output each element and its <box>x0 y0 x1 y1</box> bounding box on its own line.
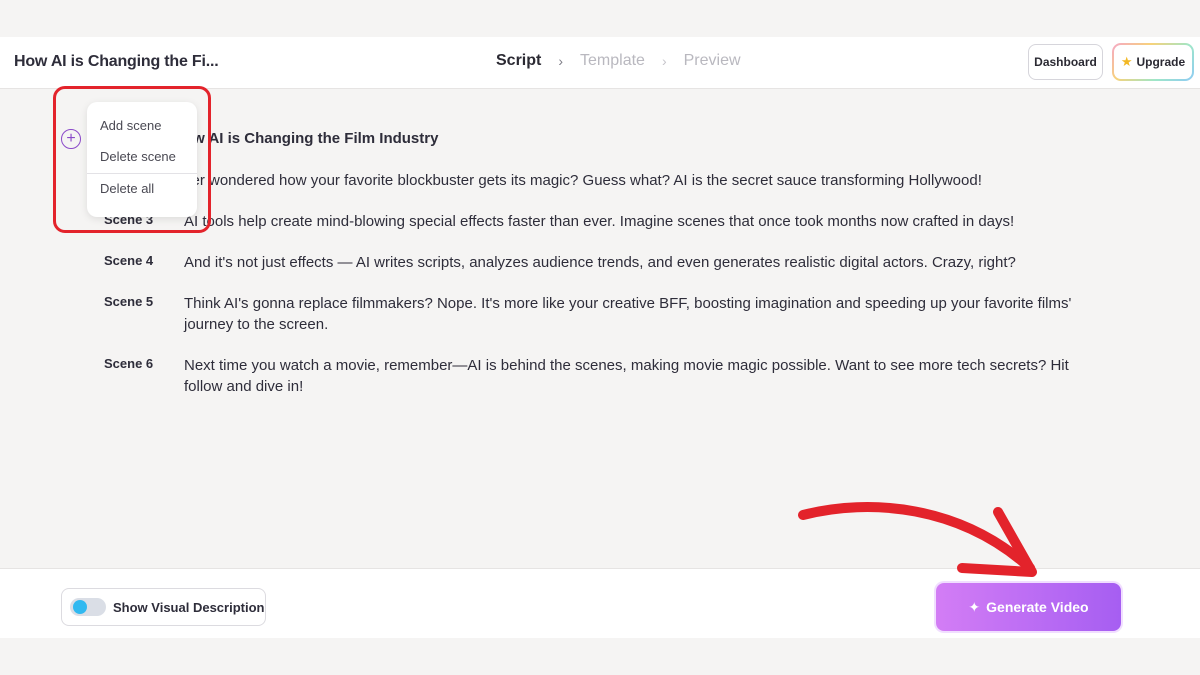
sparkle-icon: ✦ <box>968 598 981 615</box>
step-navigation: Script › Template › Preview <box>496 52 741 70</box>
chevron-right-icon: › <box>661 53 667 69</box>
app-header: How AI is Changing the Fi... Script › Te… <box>0 37 1200 89</box>
step-preview[interactable]: Preview <box>684 52 741 70</box>
annotation-highlight-box <box>53 86 211 233</box>
generate-video-button[interactable]: ✦ Generate Video <box>936 583 1121 631</box>
upgrade-button[interactable]: ★ Upgrade <box>1112 43 1194 81</box>
bottom-bar: Show Visual Description ✦ Generate Video <box>0 568 1200 638</box>
visual-description-toggle[interactable]: Show Visual Description <box>61 588 266 626</box>
project-title[interactable]: How AI is Changing the Fi... <box>14 53 219 71</box>
star-icon: ★ <box>1120 54 1133 69</box>
scene-text[interactable]: Next time you watch a movie, remember—AI… <box>184 355 1104 397</box>
step-script[interactable]: Script <box>496 52 541 70</box>
scene-label: Scene 4 <box>104 253 154 268</box>
toggle-switch[interactable] <box>70 598 106 616</box>
scene-label: Scene 6 <box>104 356 154 371</box>
scene-label: Scene 5 <box>104 294 154 309</box>
step-template[interactable]: Template <box>580 52 645 70</box>
scene-text[interactable]: ver wondered how your favorite blockbust… <box>184 170 1104 191</box>
chevron-right-icon: › <box>558 53 564 69</box>
script-title[interactable]: ow AI is Changing the Film Industry <box>184 130 438 147</box>
upgrade-label: Upgrade <box>1136 55 1186 69</box>
scene-text[interactable]: Think AI's gonna replace filmmakers? Nop… <box>184 293 1104 335</box>
toggle-label: Show Visual Description <box>113 599 265 615</box>
toggle-knob <box>73 600 87 614</box>
dashboard-button[interactable]: Dashboard <box>1028 44 1103 80</box>
scene-text[interactable]: AI tools help create mind-blowing specia… <box>184 211 1104 232</box>
scene-text[interactable]: And it's not just effects — AI writes sc… <box>184 252 1104 273</box>
generate-video-label: Generate Video <box>986 599 1089 615</box>
upgrade-button-inner: ★ Upgrade <box>1114 45 1192 79</box>
